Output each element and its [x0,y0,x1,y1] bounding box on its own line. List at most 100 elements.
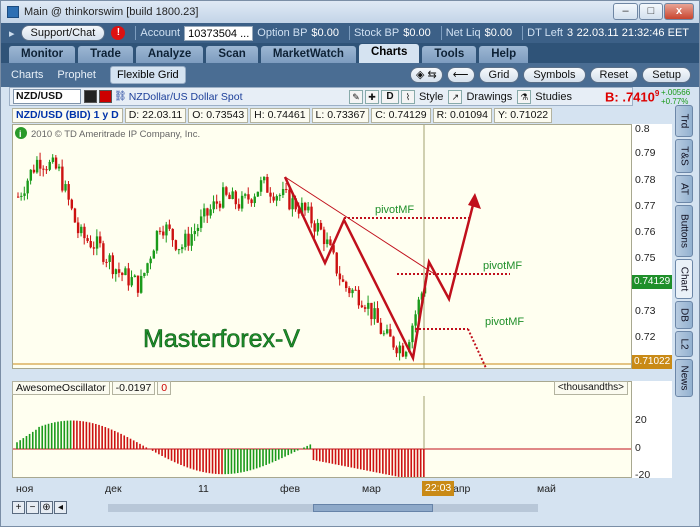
side-tab-news[interactable]: News [675,359,693,397]
cursor-time-label: 22:03 [422,481,455,496]
candle-body [313,223,316,232]
tab-tools[interactable]: Tools [422,46,477,63]
tab-charts[interactable]: Charts [358,44,420,63]
scroll-thumb[interactable] [313,504,433,512]
candle-body [42,168,45,170]
pivot-label-upper: pivotMF [375,204,414,216]
support-chat-button[interactable]: Support/Chat [20,25,106,41]
y-value: Y: 0.71022 [493,108,553,123]
tab-help[interactable]: Help [479,46,529,63]
fit-icon[interactable]: ⊕ [40,501,53,514]
divider [522,26,524,40]
subtab-prophet[interactable]: Prophet [57,69,96,81]
osc-tick: 20 [635,414,647,426]
drawing-tool-icon[interactable]: ✎ [348,89,363,104]
subtab-charts[interactable]: Charts [11,69,43,81]
studies-icon[interactable]: ⚗ [517,89,532,104]
candle-body [351,289,354,294]
candle-body [174,240,178,250]
side-tab-buttons[interactable]: Buttons [675,205,693,257]
crosshair-icon[interactable]: ✚ [364,89,379,104]
candle-body [263,176,266,181]
candle-body [39,159,42,169]
app-icon [7,6,19,18]
instrument-info[interactable]: NZD/USD (BID) 1 y D [12,108,123,123]
candle-body [345,281,348,289]
tab-scan[interactable]: Scan [206,46,258,63]
maximize-button[interactable]: □ [639,3,663,20]
candle-body [395,347,398,354]
color-swatch-black[interactable] [84,90,97,103]
reset-button[interactable]: Reset [589,67,639,83]
side-tab-ts[interactable]: T&S [675,139,693,173]
clock: 22.03.11 21:32:46 EET [576,27,689,39]
candle-body [218,203,222,208]
minimize-button[interactable]: – [613,3,638,20]
candle-body [158,230,162,232]
price-axis: 0.8 0.79 0.78 0.77 0.76 0.75 0.73 0.72 0… [632,123,672,369]
candle-body [215,201,219,204]
candle-body [89,241,92,248]
alert-icon[interactable]: ! [111,26,126,40]
period-button[interactable]: D [380,89,399,104]
oscillator-panel[interactable] [12,381,632,478]
price-chart-canvas: pivotMF pivotMF pivotMF Masterforex-V i … [13,125,631,368]
dotted-down-projection [467,328,488,368]
candle-body [244,194,247,196]
candle-body [76,222,80,234]
candle-body [26,180,29,194]
drawings-icon[interactable]: ↗ [448,89,463,104]
tab-monitor[interactable]: Monitor [9,46,76,63]
side-tab-at[interactable]: AT [675,175,693,203]
link-icon[interactable]: ◈ ⇆ [410,67,443,83]
symbol-input[interactable]: NZD/USD [13,89,81,104]
candle-body [272,196,275,201]
oscillator-name[interactable]: AwesomeOscillator [12,381,110,395]
scroll-left-icon[interactable]: ◂ [54,501,67,514]
candle-body [401,345,405,357]
candle-body [171,228,174,241]
option-bp-label: Option BP [257,27,308,39]
side-tab-trd[interactable]: Trd [675,105,693,137]
side-tab-chart[interactable]: Chart [675,259,693,299]
side-tab-l2[interactable]: L2 [675,331,693,357]
price-tick: 0.72 [635,331,656,343]
date-tick: фев [280,483,301,495]
candle-body [326,239,329,245]
candle-body [240,195,244,209]
scroll-track[interactable] [108,504,538,512]
close-button[interactable]: x [664,3,694,20]
price-chart[interactable]: pivotMF pivotMF pivotMF Masterforex-V i … [12,124,632,369]
y-price-label: 0.71022 [632,355,672,369]
style-button[interactable]: Style [419,91,443,103]
color-swatch-red[interactable] [99,90,112,103]
tab-trade[interactable]: Trade [78,46,133,63]
account-selector[interactable]: 10373504 ... [184,25,254,41]
setup-button[interactable]: Setup [642,67,691,83]
zoom-out-icon[interactable]: − [26,501,39,514]
tab-analyze[interactable]: Analyze [135,46,204,63]
drawings-button[interactable]: Drawings [466,91,512,103]
candle-body [316,222,320,232]
open-value: O: 0.73543 [188,108,249,123]
tab-marketwatch[interactable]: MarketWatch [260,46,356,63]
zoom-in-icon[interactable]: + [12,501,25,514]
candle-body [386,329,389,334]
candle-body [404,351,408,357]
candle-body [357,289,361,306]
side-tab-db[interactable]: DB [675,301,693,329]
link-icon[interactable]: ⛓ [114,91,127,102]
candle-body [133,275,137,278]
subtab-flexible-grid[interactable]: Flexible Grid [109,66,186,84]
candle-body [140,275,143,293]
grid-button[interactable]: Grid [478,67,520,83]
candle-body [225,187,228,195]
collapse-icon[interactable]: ⟵ [446,67,475,83]
symbols-button[interactable]: Symbols [523,67,586,83]
candle-body [162,231,165,236]
collapse-arrow-icon[interactable]: ▸ [9,27,15,40]
style-icon[interactable]: ⌇ [400,89,415,104]
oscillator-canvas [13,396,631,477]
studies-button[interactable]: Studies [535,91,572,103]
candle-body [310,206,313,224]
